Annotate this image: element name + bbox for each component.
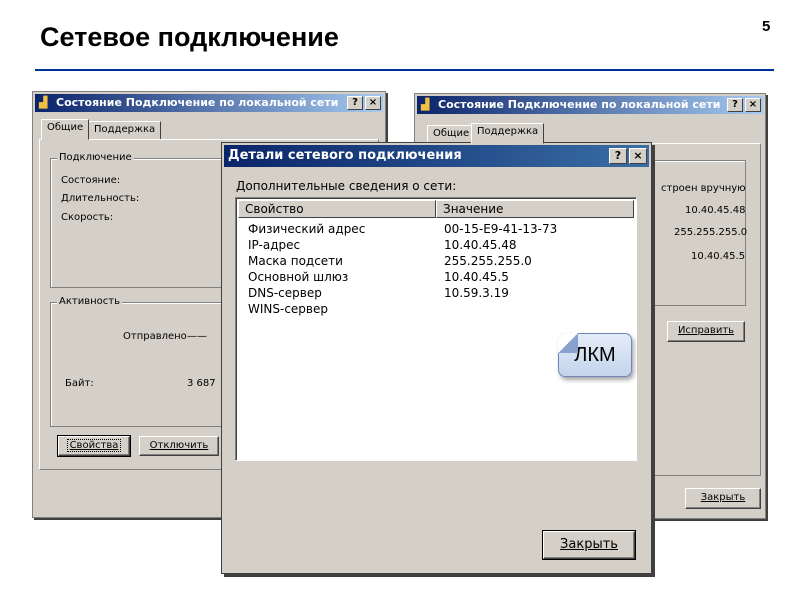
- repair-button-label: Исправить: [677, 325, 735, 336]
- address-type-value: строен вручную: [661, 183, 746, 194]
- help-button[interactable]: ?: [609, 148, 627, 164]
- row-property: DNS-сервер: [248, 286, 322, 300]
- duration-label: Длительность:: [61, 193, 140, 204]
- window-title: Состояние Подключение по локальной сети: [56, 96, 339, 109]
- left-click-callout: ЛКМ: [558, 333, 632, 377]
- tab-support[interactable]: Поддержка: [471, 123, 545, 144]
- title-divider: [35, 69, 774, 71]
- connection-group-label: Подключение: [57, 152, 134, 163]
- repair-button[interactable]: Исправить: [667, 321, 745, 342]
- tab-general[interactable]: Общие: [41, 119, 90, 140]
- speed-label: Скорость:: [61, 212, 114, 223]
- gateway-value: 10.40.45.5: [691, 251, 746, 262]
- close-button[interactable]: ×: [745, 98, 761, 112]
- row-property: IP-адрес: [248, 238, 301, 252]
- row-value: 10.40.45.5: [444, 270, 509, 284]
- row-property: Маска подсети: [248, 254, 343, 268]
- window-titlebar[interactable]: ▟ Состояние Подключение по локальной сети…: [35, 94, 383, 112]
- activity-group-label: Активность: [57, 296, 122, 307]
- callout-text: ЛКМ: [574, 344, 616, 366]
- properties-button[interactable]: Свойства: [57, 435, 131, 457]
- column-header-property[interactable]: Свойство: [238, 200, 436, 218]
- close-window-button-label: Закрыть: [700, 492, 746, 503]
- dialog-close-button[interactable]: Закрыть: [542, 530, 636, 560]
- window-title: Состояние Подключение по локальной сети: [438, 98, 721, 111]
- dialog-titlebar[interactable]: Детали сетевого подключения ? ×: [224, 145, 649, 167]
- tab-support[interactable]: Поддержка: [88, 121, 162, 140]
- row-property: Основной шлюз: [248, 270, 349, 284]
- row-value: 10.40.45.48: [444, 238, 517, 252]
- help-button[interactable]: ?: [727, 98, 743, 112]
- details-list[interactable]: Свойство Значение Физический адрес 00-15…: [235, 197, 637, 461]
- network-connection-icon: ▟: [421, 98, 430, 111]
- row-property: WINS-сервер: [248, 302, 328, 316]
- disable-button-label: Отключить: [149, 440, 209, 451]
- dialog-title: Детали сетевого подключения: [228, 148, 462, 163]
- row-value: 10.59.3.19: [444, 286, 509, 300]
- window-titlebar[interactable]: ▟ Состояние Подключение по локальной сети…: [417, 96, 763, 114]
- subnet-mask-value: 255.255.255.0: [674, 227, 748, 238]
- callout-fold: [558, 333, 578, 353]
- slide-title: Сетевое подключение: [40, 22, 339, 52]
- close-window-button[interactable]: Закрыть: [685, 488, 761, 509]
- list-header: Свойство Значение: [238, 200, 634, 218]
- network-connection-icon: ▟: [39, 96, 48, 109]
- close-button[interactable]: ×: [365, 96, 381, 110]
- column-header-value[interactable]: Значение: [436, 200, 634, 218]
- slide-number: 5: [762, 18, 771, 35]
- disable-button[interactable]: Отключить: [139, 436, 219, 456]
- help-button[interactable]: ?: [347, 96, 363, 110]
- bytes-label: Байт:: [65, 378, 94, 389]
- sent-label: Отправлено: [123, 331, 187, 342]
- dialog-close-button-label: Закрыть: [560, 537, 618, 552]
- properties-button-label: Свойства: [66, 439, 122, 452]
- row-property: Физический адрес: [248, 222, 366, 236]
- details-heading: Дополнительные сведения о сети:: [236, 179, 457, 193]
- close-button[interactable]: ×: [629, 148, 647, 164]
- status-label: Состояние:: [61, 175, 121, 186]
- ip-address-value: 10.40.45.48: [685, 205, 746, 216]
- row-value: 255.255.255.0: [444, 254, 532, 268]
- bytes-sent-value: 3 687: [187, 378, 216, 389]
- row-value: 00-15-E9-41-13-73: [444, 222, 558, 236]
- sent-separator: ——: [187, 331, 207, 342]
